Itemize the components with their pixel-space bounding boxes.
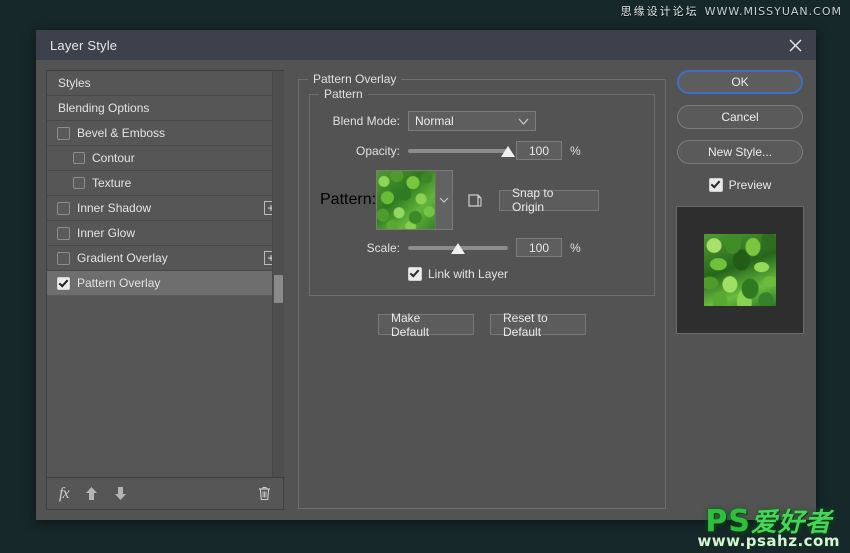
link-with-layer-checkbox[interactable]: Link with Layer [408, 267, 508, 281]
watermark-top: 思缘设计论坛 WWW.MISSYUAN.COM [621, 3, 842, 19]
styles-column: Styles Blending Options Bevel & Emboss C… [46, 70, 284, 510]
blend-mode-select[interactable]: Normal [408, 111, 536, 131]
preview-thumbnail-box [676, 206, 804, 334]
fx-icon[interactable]: fx [59, 484, 70, 503]
preview-checkbox[interactable]: Preview [708, 178, 772, 192]
chevron-down-icon [518, 114, 529, 128]
styles-list: Styles Blending Options Bevel & Emboss C… [47, 71, 284, 296]
sidebar-item-inner-glow[interactable]: Inner Glow [47, 221, 284, 246]
style-label: Texture [92, 176, 132, 190]
style-label: Bevel & Emboss [77, 126, 166, 140]
pattern-row: Pattern: Snap to Origin [320, 170, 644, 230]
dialog-body: Styles Blending Options Bevel & Emboss C… [36, 60, 816, 520]
snap-to-origin-button[interactable]: Snap to Origin [499, 186, 600, 214]
pattern-overlay-group: Pattern Overlay Pattern Blend Mode: Norm… [298, 72, 666, 509]
opacity-unit: % [570, 143, 581, 158]
pattern-subgroup: Pattern Blend Mode: Normal Opacity: 100 … [309, 87, 655, 296]
style-label: Gradient Overlay [77, 251, 168, 265]
sidebar-item-bevel-emboss[interactable]: Bevel & Emboss [47, 121, 284, 146]
ok-button[interactable]: OK [677, 70, 803, 94]
new-style-button[interactable]: New Style... [677, 140, 803, 164]
blend-mode-value: Normal [415, 114, 454, 128]
pattern-overlay-group-title: Pattern Overlay [308, 72, 402, 86]
style-label: Inner Shadow [77, 201, 152, 215]
reset-to-default-button[interactable]: Reset to Default [490, 311, 586, 339]
style-label: Styles [58, 76, 91, 90]
effect-checkbox[interactable] [73, 177, 85, 189]
watermark-top-cn: 思缘设计论坛 [620, 5, 699, 18]
dialog-actions-column: OK Cancel New Style... Preview [674, 70, 806, 510]
watermark-top-url: WWW.MISSYUAN.COM [704, 5, 842, 18]
scale-slider-thumb[interactable] [451, 242, 465, 254]
close-icon [789, 39, 802, 52]
trash-icon[interactable] [258, 486, 271, 501]
link-with-layer-row: Link with Layer [320, 267, 644, 281]
pattern-label: Pattern: [320, 191, 377, 208]
style-label: Pattern Overlay [77, 276, 161, 290]
opacity-slider[interactable] [408, 142, 515, 160]
watermark-bottom-url: www.psahz.com [697, 532, 840, 550]
scrollbar-thumb[interactable] [274, 275, 283, 303]
arrow-up-icon[interactable] [85, 486, 98, 501]
dialog-titlebar: Layer Style [36, 30, 816, 60]
close-button[interactable] [774, 30, 816, 60]
sidebar-item-contour[interactable]: Contour [47, 146, 284, 171]
style-label: Contour [92, 151, 135, 165]
sidebar-item-gradient-overlay[interactable]: Gradient Overlay + [47, 246, 284, 271]
opacity-slider-thumb[interactable] [501, 145, 515, 157]
pattern-swatch[interactable] [377, 171, 436, 229]
sidebar-item-inner-shadow[interactable]: Inner Shadow + [47, 196, 284, 221]
make-default-button[interactable]: Make Default [378, 311, 474, 339]
opacity-input[interactable]: 100 [516, 141, 562, 160]
scale-label: Scale: [366, 240, 400, 255]
effect-checkbox[interactable] [57, 126, 70, 140]
sidebar-item-blending-options[interactable]: Blending Options [47, 96, 284, 121]
blend-mode-label: Blend Mode: [332, 114, 400, 128]
effect-checkbox[interactable] [57, 251, 70, 265]
scale-slider[interactable] [408, 239, 508, 257]
scale-row: Scale: 100 % [320, 238, 644, 257]
dialog-title: Layer Style [50, 37, 118, 53]
layer-style-dialog: Layer Style Styles Blending Options Beve… [36, 30, 816, 520]
sidebar-item-pattern-overlay[interactable]: Pattern Overlay [47, 271, 284, 296]
watermark-bottom: PS爱好者 www.psahz.com [697, 507, 840, 549]
style-label: Inner Glow [77, 226, 136, 240]
effect-checkbox[interactable] [57, 201, 70, 215]
preview-label: Preview [728, 178, 772, 192]
default-buttons-row: Make Default Reset to Default [299, 311, 665, 339]
scale-unit: % [570, 240, 581, 255]
styles-footer-toolbar: fx [46, 478, 284, 510]
opacity-value: 100 [528, 143, 550, 158]
sidebar-item-texture[interactable]: Texture [47, 171, 284, 196]
checkbox-icon [408, 267, 422, 281]
styles-scrollbar[interactable] [272, 71, 284, 477]
opacity-slider-track [408, 148, 508, 153]
cancel-button[interactable]: Cancel [677, 105, 803, 129]
leaves-preview-thumbnail [704, 234, 776, 306]
effect-checkbox[interactable] [73, 152, 85, 164]
pattern-subgroup-title: Pattern [319, 87, 368, 101]
blend-mode-row: Blend Mode: Normal [320, 111, 644, 131]
opacity-label: Opacity: [355, 143, 400, 158]
fx-label: fx [59, 484, 70, 502]
effect-checkbox[interactable] [57, 276, 70, 290]
new-pattern-icon[interactable] [467, 192, 483, 208]
arrow-down-icon[interactable] [114, 486, 127, 501]
link-with-layer-label: Link with Layer [428, 267, 509, 281]
pattern-overlay-panel: Pattern Overlay Pattern Blend Mode: Norm… [284, 70, 674, 510]
style-label: Blending Options [58, 101, 150, 115]
checkbox-icon [708, 178, 723, 192]
pattern-picker[interactable] [376, 170, 454, 230]
effect-checkbox[interactable] [57, 226, 70, 240]
scale-value: 100 [528, 240, 550, 255]
styles-list-container: Styles Blending Options Bevel & Emboss C… [46, 70, 284, 478]
opacity-row: Opacity: 100 % [320, 141, 644, 160]
chevron-down-icon[interactable] [435, 171, 453, 229]
scale-input[interactable]: 100 [516, 238, 562, 257]
sidebar-item-styles[interactable]: Styles [47, 71, 284, 96]
